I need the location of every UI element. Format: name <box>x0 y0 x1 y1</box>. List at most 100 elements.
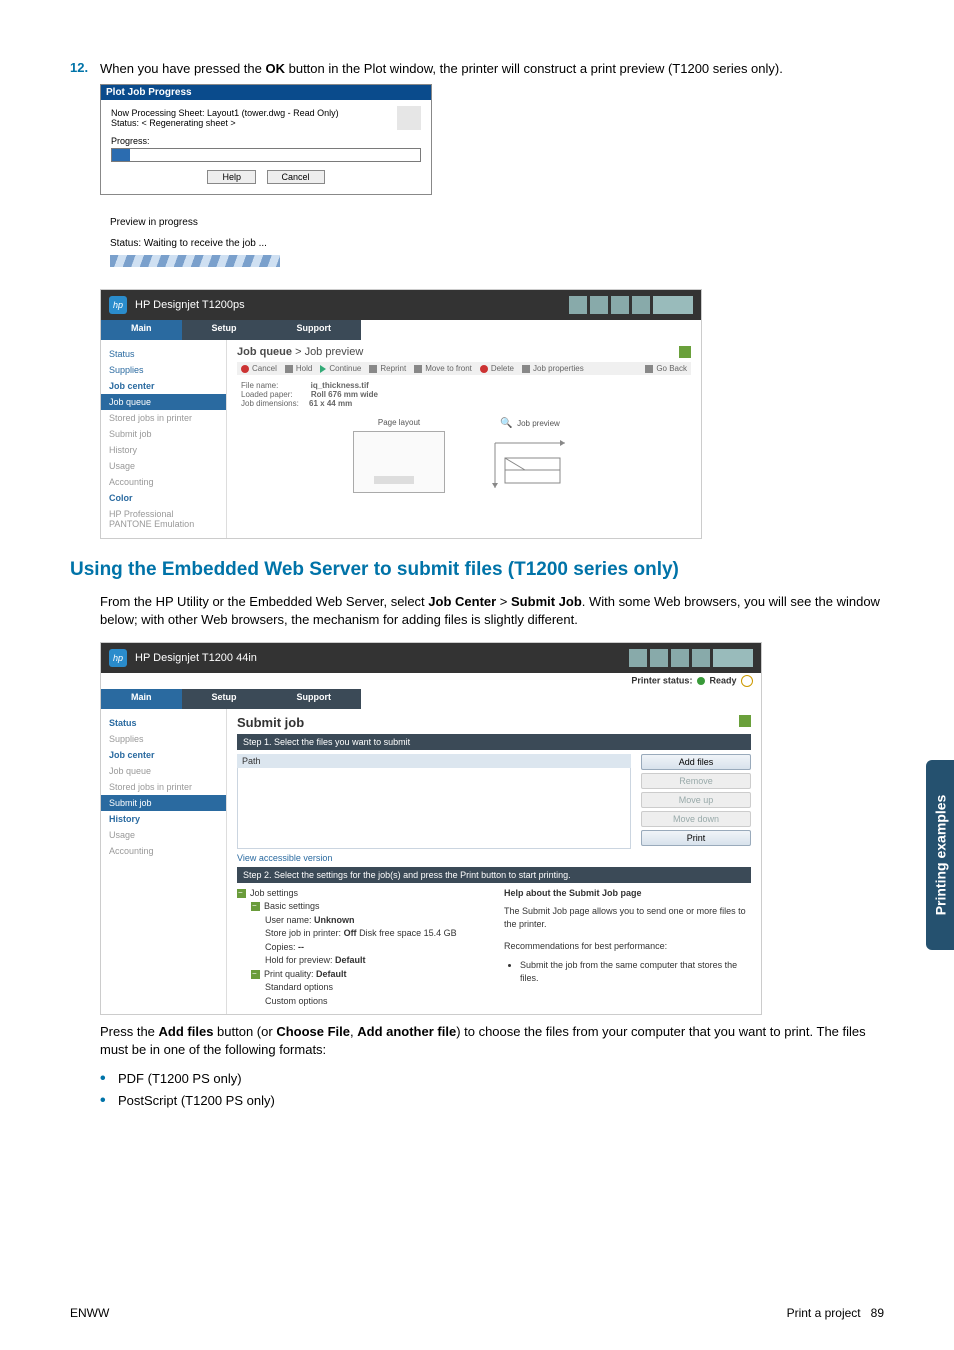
pagelayout-caption: Page layout <box>353 418 445 427</box>
cancel-button[interactable]: Cancel <box>267 170 325 184</box>
printer-status-strip: Printer status: Ready <box>101 673 761 689</box>
js-pq-value: Default <box>316 969 347 979</box>
supply-thumb-icon <box>671 649 689 667</box>
collapse-icon[interactable] <box>237 889 246 898</box>
step1-bar: Step 1. Select the files you want to sub… <box>237 734 751 750</box>
help-button[interactable]: Help <box>207 170 256 184</box>
tb-reprint[interactable]: Reprint <box>369 364 406 373</box>
sidebar-item-stored[interactable]: Stored jobs in printer <box>101 410 226 426</box>
reprint-icon <box>369 365 377 373</box>
tab-support[interactable]: Support <box>267 320 362 340</box>
printer-thumb-icon <box>713 649 753 667</box>
section-side-tab: Printing examples <box>926 760 954 950</box>
sidebar-item-accounting[interactable]: Accounting <box>101 843 226 859</box>
supply-thumb-icon <box>692 649 710 667</box>
step-text: When you have pressed the OK button in t… <box>100 60 884 78</box>
sidebar-item-color[interactable]: Color <box>101 490 226 506</box>
rec-bullet: Submit the job from the same computer th… <box>520 959 751 984</box>
tab-setup[interactable]: Setup <box>182 689 267 709</box>
bullet-ps: PostScript (T1200 PS only) <box>118 1093 884 1108</box>
tb-reprint-label: Reprint <box>380 364 406 373</box>
breadcrumb: Job queue > Job preview <box>237 346 691 358</box>
sidebar-item-supplies[interactable]: Supplies <box>101 362 226 378</box>
tb-hold-label: Hold <box>296 364 312 373</box>
js-jobsettings: Job settings <box>250 888 298 898</box>
tb-cancel-label: Cancel <box>252 364 277 373</box>
dialog-title: Plot Job Progress <box>101 85 431 100</box>
js-copies-value: -- <box>298 942 304 952</box>
zoom-icon[interactable]: 🔍 <box>500 418 512 429</box>
sidebar-item-submit[interactable]: Submit job <box>101 795 226 811</box>
supply-thumb-icon <box>650 649 668 667</box>
sidebar-item-supplies[interactable]: Supplies <box>101 731 226 747</box>
tb-cancel[interactable]: Cancel <box>241 364 277 373</box>
sidebar-item-usage[interactable]: Usage <box>101 827 226 843</box>
para1-b2: Submit Job <box>511 594 582 609</box>
collapse-icon[interactable] <box>251 970 260 979</box>
sidebar-item-stored[interactable]: Stored jobs in printer <box>101 779 226 795</box>
moveup-button[interactable]: Move up <box>641 792 751 808</box>
tb-continue-label: Continue <box>329 364 361 373</box>
tb-hold[interactable]: Hold <box>285 364 312 373</box>
sidebar-item-accounting[interactable]: Accounting <box>101 474 226 490</box>
sidebar-item-pantone[interactable]: HP Professional PANTONE Emulation <box>101 506 226 532</box>
sidebar-item-usage[interactable]: Usage <box>101 458 226 474</box>
js-hold-label: Hold for preview: <box>265 955 333 965</box>
bullet-pdf: PDF (T1200 PS only) <box>118 1071 884 1086</box>
tb-goback[interactable]: Go Back <box>645 364 687 373</box>
plot-status: Status: < Regenerating sheet > <box>111 118 339 128</box>
detail-paper-value: Roll 676 mm wide <box>311 390 378 399</box>
print-button[interactable]: Print <box>641 830 751 846</box>
tb-delete-label: Delete <box>491 364 514 373</box>
ews-sidebar: Status Supplies Job center Job queue Sto… <box>101 340 227 538</box>
js-hold-value: Default <box>335 955 366 965</box>
tb-continue[interactable]: Continue <box>320 364 361 373</box>
tab-support[interactable]: Support <box>267 689 362 709</box>
detail-paper-label: Loaded paper: <box>241 390 293 399</box>
delete-icon <box>480 365 488 373</box>
remove-button[interactable]: Remove <box>641 773 751 789</box>
sidebar-item-history[interactable]: History <box>101 442 226 458</box>
supply-thumb-icon <box>632 296 650 314</box>
sidebar-item-status[interactable]: Status <box>101 346 226 362</box>
sidebar-item-status[interactable]: Status <box>101 715 226 731</box>
help-icon[interactable] <box>679 346 691 358</box>
tb-delete[interactable]: Delete <box>480 364 514 373</box>
gear-icon[interactable] <box>741 675 753 687</box>
accessible-link[interactable]: View accessible version <box>237 853 332 863</box>
tab-setup[interactable]: Setup <box>182 320 267 340</box>
bullet-dot-icon: • <box>100 1093 118 1109</box>
submit-job-title: Submit job <box>237 715 751 730</box>
step-text-suffix: button in the Plot window, the printer w… <box>285 61 783 76</box>
section-side-tab-label: Printing examples <box>932 795 948 916</box>
sidebar-item-jobqueue[interactable]: Job queue <box>101 763 226 779</box>
js-username-value: Unknown <box>314 915 355 925</box>
ews-job-preview-window: hp HP Designjet T1200ps Main Setup Suppo… <box>100 289 702 539</box>
movedown-button[interactable]: Move down <box>641 811 751 827</box>
tb-movefront[interactable]: Move to front <box>414 364 472 373</box>
plot-now-processing: Now Processing Sheet: Layout1 (tower.dwg… <box>111 108 339 118</box>
detail-dim-label: Job dimensions: <box>241 399 299 408</box>
tab-main[interactable]: Main <box>101 689 182 709</box>
collapse-icon[interactable] <box>251 902 260 911</box>
path-listbox[interactable]: Path <box>237 754 631 849</box>
js-store-value: Off <box>344 928 357 938</box>
ews-toolbar: Cancel Hold Continue Reprint Move to fro… <box>237 362 691 375</box>
help-icon[interactable] <box>739 715 751 727</box>
sidebar-item-jobcenter[interactable]: Job center <box>101 747 226 763</box>
movefront-icon <box>414 365 422 373</box>
sidebar-item-jobqueue[interactable]: Job queue <box>101 394 226 410</box>
tab-main[interactable]: Main <box>101 320 182 340</box>
sidebar-item-jobcenter[interactable]: Job center <box>101 378 226 394</box>
progress-bar <box>111 148 421 162</box>
preview-title: Preview in progress <box>110 217 290 228</box>
sidebar-item-submit[interactable]: Submit job <box>101 426 226 442</box>
tb-jobprops-label: Job properties <box>533 364 584 373</box>
hold-icon <box>285 365 293 373</box>
supply-thumb-icon <box>611 296 629 314</box>
add-files-button[interactable]: Add files <box>641 754 751 770</box>
sidebar-item-history[interactable]: History <box>101 811 226 827</box>
section-heading: Using the Embedded Web Server to submit … <box>70 559 884 581</box>
tb-jobprops[interactable]: Job properties <box>522 364 584 373</box>
path-area[interactable] <box>237 768 631 849</box>
